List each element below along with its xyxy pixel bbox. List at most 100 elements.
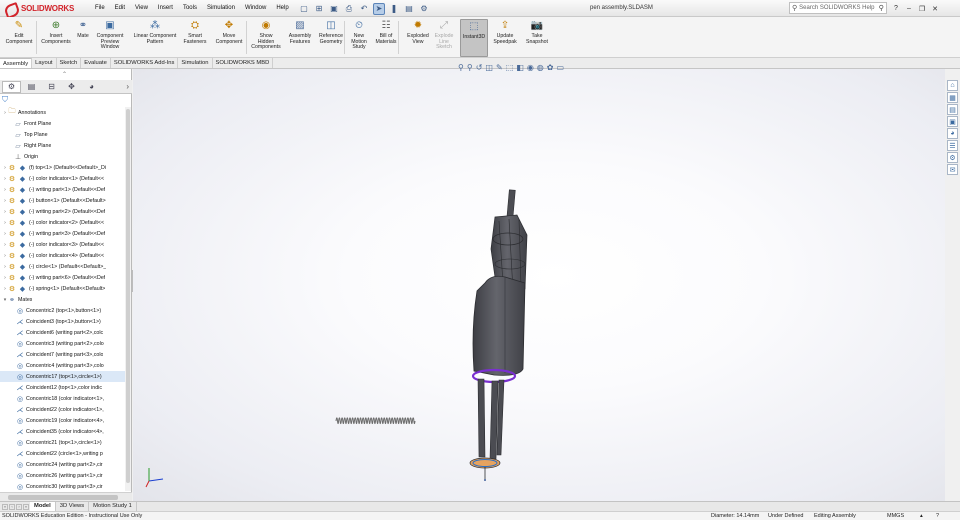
tree-item[interactable]: ▾ ⚭ Mates xyxy=(0,294,128,305)
viewport-restore-icon[interactable]: ❐ xyxy=(921,69,927,71)
next-tab-icon[interactable]: › xyxy=(16,503,22,510)
search-go-icon[interactable]: ⚲ xyxy=(877,4,887,12)
new-document-icon[interactable]: ▢ xyxy=(298,3,310,15)
bottom-tab-3d-views[interactable]: 3D Views xyxy=(56,502,90,511)
last-tab-icon[interactable]: » xyxy=(23,503,29,510)
tab-solidworks-add-ins[interactable]: SOLIDWORKS Add-Ins xyxy=(111,58,179,68)
appearances-icon[interactable]: ☰ xyxy=(947,140,958,151)
show-hidden-button[interactable]: ◉ Show Hidden Components xyxy=(251,19,280,57)
menu-simulation[interactable]: Simulation xyxy=(202,0,240,17)
save-icon[interactable]: ▣ xyxy=(328,3,340,15)
menu-window[interactable]: Window xyxy=(240,0,271,17)
mate-item[interactable]: ⋌ Coincident22 (color indicator<1>, xyxy=(0,404,128,415)
help-search-box[interactable]: ⚲ Search SOLIDWORKS Help ⚲ xyxy=(789,2,887,14)
bottom-tab-motion-study-1[interactable]: Motion Study 1 xyxy=(89,502,137,511)
collapse-panel-icon[interactable]: ⌃ xyxy=(62,71,67,78)
mate-item[interactable]: ◎ Concentric17 (top<1>,circle<1>) xyxy=(0,371,128,382)
view-settings-icon[interactable]: ▭ xyxy=(556,63,564,72)
linear-pattern-button[interactable]: ⁂ Linear Component Pattern xyxy=(131,19,179,57)
tab-assembly[interactable]: Assembly xyxy=(0,58,33,68)
reference-geometry-button[interactable]: ◫ Reference Geometry xyxy=(316,19,346,57)
insert-components-button[interactable]: ⊕ Insert Components xyxy=(40,19,72,57)
assembly-features-button[interactable]: ▨ Assembly Features xyxy=(286,19,314,57)
print-icon[interactable]: ⎙ xyxy=(343,3,355,15)
component-item[interactable]: › ⚙ ◆ (-) writing part<3> (Default<<Def xyxy=(0,228,128,239)
dynamic-annotation-icon[interactable]: ✎ xyxy=(496,63,503,72)
minimize-icon[interactable]: – xyxy=(904,5,914,12)
tree-horizontal-scrollbar[interactable] xyxy=(0,492,132,501)
viewport-tile-icon[interactable]: ⊟ xyxy=(909,69,915,71)
mate-item[interactable]: ◎ Concentric18 (color indicator<1>, xyxy=(0,393,128,404)
dimxpert-tab-icon[interactable]: ✥ xyxy=(62,81,81,93)
rebuild-icon[interactable]: ❚ xyxy=(388,3,400,15)
status-help-icon[interactable]: ? xyxy=(936,512,939,520)
resources-icon[interactable]: ▦ xyxy=(947,92,958,103)
tree-item[interactable]: ⊥ Origin xyxy=(0,151,128,162)
instant3d-button[interactable]: ⬚ Instant3D xyxy=(460,19,488,57)
status-units[interactable]: MMGS xyxy=(887,512,904,520)
mate-item[interactable]: ◎ Concentric4 (writing part<3>,colo xyxy=(0,360,128,371)
snapshot-button[interactable]: 📷 Take Snapshot xyxy=(524,19,550,57)
preview-window-button[interactable]: ▣ Component Preview Window xyxy=(94,19,126,57)
mate-item[interactable]: ◎ Concentric30 (writing part<3>,cir xyxy=(0,481,128,492)
view-palette-icon[interactable]: ◕ xyxy=(947,128,958,139)
component-item[interactable]: › ⚙ ◆ (-) button<1> (Default<<Default> xyxy=(0,195,128,206)
tab-simulation[interactable]: Simulation xyxy=(178,58,213,68)
options-gear-icon[interactable]: ⚙ xyxy=(418,3,430,15)
mate-button[interactable]: ⚭ Mate xyxy=(76,19,90,57)
tree-item[interactable]: ▱ Right Plane xyxy=(0,140,128,151)
mate-item[interactable]: ⋌ Coincident22 (circle<1>,writing p xyxy=(0,448,128,459)
hide-show-items-icon[interactable]: ◉ xyxy=(527,63,534,72)
viewport-minimize-icon[interactable]: ⎕ xyxy=(899,69,903,71)
viewport-close-icon[interactable]: ✕ xyxy=(933,69,939,71)
apply-scene-icon[interactable]: ✿ xyxy=(547,63,554,72)
mate-item[interactable]: ◎ Concentric26 (writing part<1>,cir xyxy=(0,470,128,481)
graphics-area[interactable]: ⎕ ⊟ ❐ ✕ xyxy=(133,69,945,501)
tab-layout[interactable]: Layout xyxy=(32,58,57,68)
motion-study-button[interactable]: ⏲ New Motion Study xyxy=(348,19,370,57)
tree-item[interactable]: › 🗀 Annotations xyxy=(0,107,128,118)
restore-icon[interactable]: ❐ xyxy=(917,5,927,13)
feature-manager-tab-icon[interactable]: ⚙ xyxy=(2,80,21,93)
mate-item[interactable]: ◎ Concentric3 (writing part<2>,colo xyxy=(0,338,128,349)
file-properties-icon[interactable]: ▤ xyxy=(403,3,415,15)
tab-sketch[interactable]: Sketch xyxy=(57,58,82,68)
mate-item[interactable]: ◎ Concentric21 (top<1>,circle<1>) xyxy=(0,437,128,448)
previous-view-icon[interactable]: ↺ xyxy=(476,63,483,72)
zoom-to-fit-icon[interactable]: ⚲ xyxy=(458,63,464,72)
view-orientation-icon[interactable]: ⬚ xyxy=(506,63,514,72)
select-arrow-icon[interactable]: ➤ xyxy=(373,2,385,15)
exploded-view-button[interactable]: ✹ Exploded View xyxy=(404,19,432,57)
component-item[interactable]: › ⚙ ◆ (-) color indicator<4> (Default<< xyxy=(0,250,128,261)
tree-item[interactable]: ▱ Front Plane xyxy=(0,118,128,129)
edit-component-button[interactable]: ✎ Edit Component xyxy=(6,19,33,57)
display-style-icon[interactable]: ◧ xyxy=(516,63,524,72)
solidworks-logo[interactable]: SOLIDWORKS xyxy=(4,2,74,15)
component-item[interactable]: › ⚙ ◆ (-) writing part<6> (Default<<Def xyxy=(0,272,128,283)
mate-item[interactable]: ◎ Concentric19 (color indicator<4>, xyxy=(0,415,128,426)
tree-vertical-scrollbar[interactable] xyxy=(125,107,131,491)
prev-tab-icon[interactable]: ‹ xyxy=(9,503,15,510)
undo-icon[interactable]: ↶ xyxy=(358,3,370,15)
filter-icon[interactable]: ⛉ xyxy=(2,95,8,105)
open-document-icon[interactable]: ⊞ xyxy=(313,3,325,15)
mate-item[interactable]: ◎ Concentric24 (writing part<2>,cir xyxy=(0,459,128,470)
menu-help[interactable]: Help xyxy=(271,0,293,17)
design-library-icon[interactable]: ▤ xyxy=(947,104,958,115)
component-item[interactable]: › ⚙ ◆ (-) writing part<1> (Default<<Def xyxy=(0,184,128,195)
forum-icon[interactable]: ✉ xyxy=(947,164,958,175)
component-item[interactable]: › ⚙ ◆ (-) color indicator<1> (Default<< xyxy=(0,173,128,184)
configuration-manager-tab-icon[interactable]: ⊟ xyxy=(42,81,61,93)
component-item[interactable]: › ⚙ ◆ (-) color indicator<3> (Default<< xyxy=(0,239,128,250)
tab-evaluate[interactable]: Evaluate xyxy=(81,58,111,68)
section-view-icon[interactable]: ◫ xyxy=(485,63,493,72)
menu-tools[interactable]: Tools xyxy=(178,0,202,17)
property-manager-tab-icon[interactable]: ▤ xyxy=(22,81,41,93)
help-icon[interactable]: ? xyxy=(891,5,901,12)
mate-item[interactable]: ⋌ Coincident7 (writing part<3>,colo xyxy=(0,349,128,360)
status-units-dropdown-icon[interactable]: ▴ xyxy=(920,512,923,520)
mate-item[interactable]: ⋌ Coincident35 (color indicator<4>, xyxy=(0,426,128,437)
first-tab-icon[interactable]: « xyxy=(2,503,8,510)
zoom-to-area-icon[interactable]: ⚲ xyxy=(467,63,473,72)
mate-item[interactable]: ⋌ Coincident12 (top<1>,color indic xyxy=(0,382,128,393)
